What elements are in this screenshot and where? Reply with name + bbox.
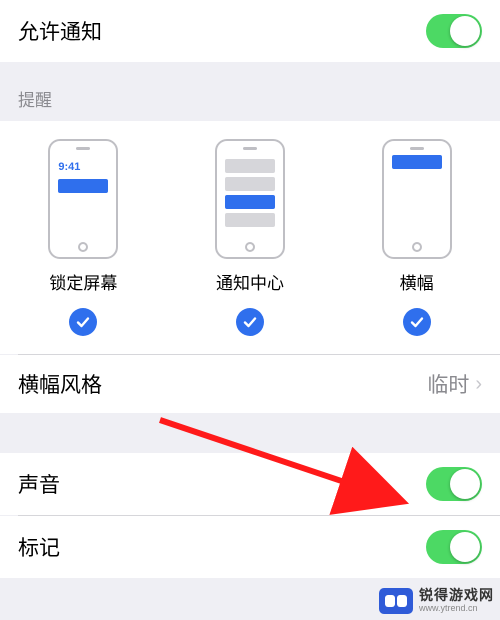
banner-style-label: 横幅风格 [18,369,102,399]
toggle-knob [450,532,480,562]
badges-row: 标记 [0,516,500,578]
banner-preview [382,139,452,259]
watermark-logo-icon [379,588,413,614]
nc-bar-blue [225,195,275,209]
nc-bar-grey [225,177,275,191]
alert-option-label: 通知中心 [216,269,284,294]
alert-option-banner[interactable]: 横幅 [334,139,499,336]
banner-bar [392,155,442,169]
toggle-knob [450,16,480,46]
phone-home-button [245,242,255,252]
banner-style-row[interactable]: 横幅风格 临时 › [0,355,500,413]
sounds-row: 声音 [0,453,500,515]
sounds-label: 声音 [18,469,60,499]
nc-bar-grey [225,213,275,227]
allow-notifications-row: 允许通知 [0,0,500,62]
watermark-en: www.ytrend.cn [419,604,494,614]
toggle-knob [450,469,480,499]
alerts-section-header: 提醒 [0,62,500,121]
alert-option-check-icon [236,308,264,336]
sounds-toggle[interactable] [426,467,482,501]
notification-center-preview [215,139,285,259]
alert-option-label: 锁定屏幕 [49,269,117,294]
nc-bar-grey [225,159,275,173]
badges-label: 标记 [18,532,60,562]
section-gap [0,413,500,453]
lock-screen-preview: 9:41 [48,139,118,259]
phone-speaker [410,147,424,150]
watermark-text: 锐得游戏网 www.ytrend.cn [419,588,494,613]
allow-notifications-label: 允许通知 [18,16,102,46]
watermark: 锐得游戏网 www.ytrend.cn [379,588,494,614]
phone-speaker [243,147,257,150]
phone-home-button [78,242,88,252]
lock-screen-time: 9:41 [58,161,108,173]
alert-option-label: 横幅 [400,269,434,294]
alert-option-center[interactable]: 通知中心 [167,139,332,336]
allow-notifications-toggle[interactable] [426,14,482,48]
phone-speaker [76,147,90,150]
alert-option-check-icon [69,308,97,336]
badges-toggle[interactable] [426,530,482,564]
watermark-cn: 锐得游戏网 [419,588,494,603]
phone-home-button [412,242,422,252]
alert-option-check-icon [403,308,431,336]
banner-style-value: 临时 [427,369,469,399]
chevron-right-icon: › [475,373,482,396]
alert-options-row: 9:41 锁定屏幕 通知中心 横幅 [0,121,500,354]
lock-screen-notification-bar [58,179,108,193]
alert-option-lock[interactable]: 9:41 锁定屏幕 [1,139,166,336]
